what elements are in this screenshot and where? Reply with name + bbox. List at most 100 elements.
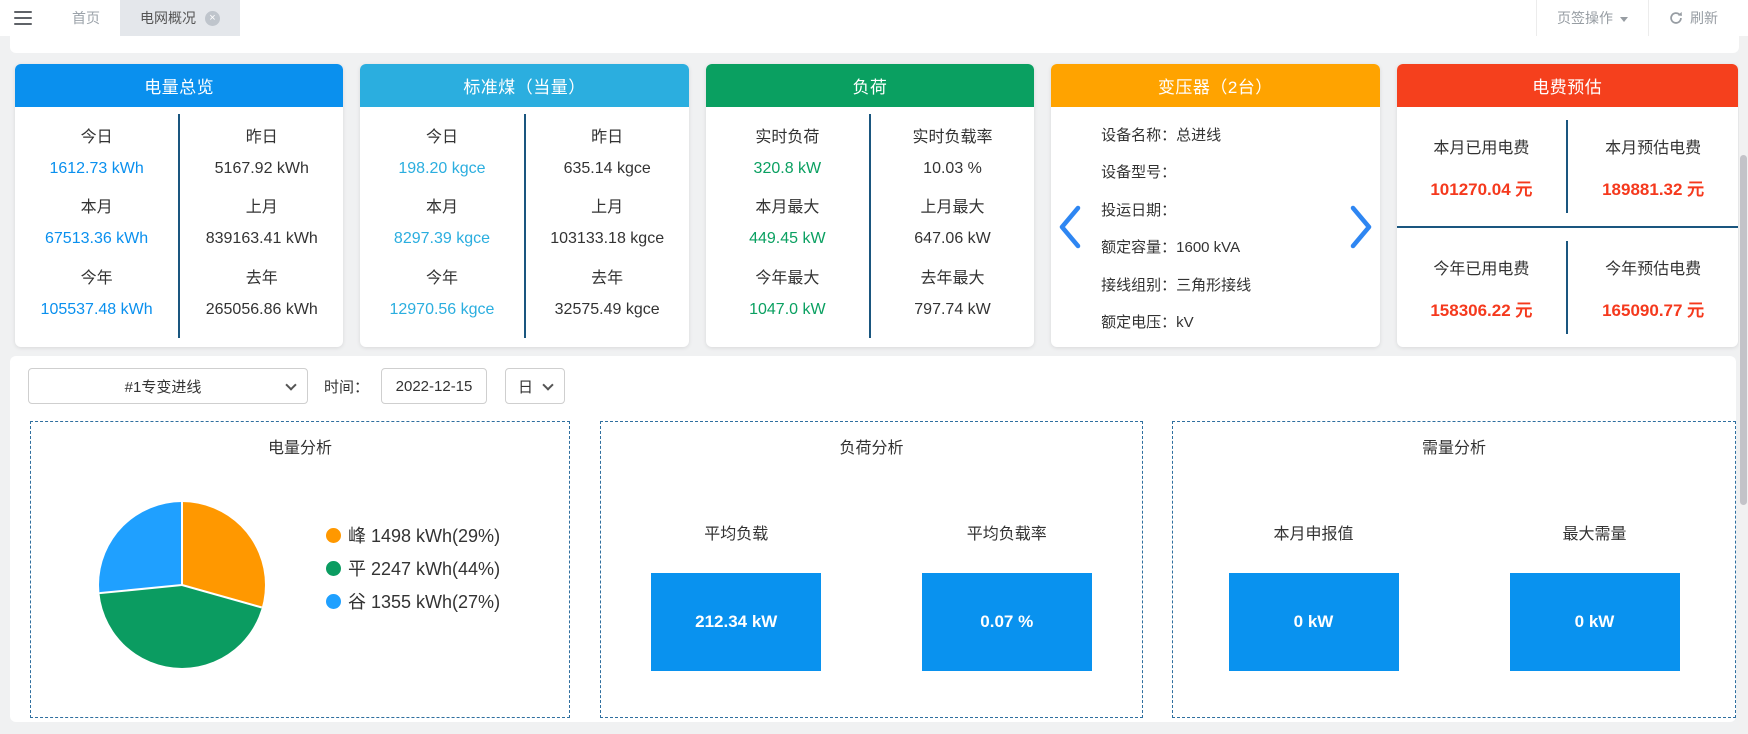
stat-label: 去年最大 (871, 264, 1034, 288)
legend-label: 峰 1498 kWh(29%) (348, 522, 500, 548)
stat-cell: 今日 198.20 kgce (360, 123, 523, 178)
stat-cell: 实时负载率 10.03 % (871, 123, 1034, 178)
panel-demand-analysis: 需量分析 本月申报值 0 kW 最大需量 0 kW (1172, 421, 1736, 718)
legend-color-dot (326, 594, 341, 609)
stat-value: 1047.0 kW (706, 301, 869, 319)
transformer-fields: 设备名称：总进线 设备型号： 投运日期： 额定容量：1600 kVA 接线组别：… (1085, 107, 1345, 347)
stat-value-box: 212.34 kW (651, 573, 821, 671)
stat-cell: 上月最大 647.06 kW (871, 193, 1034, 248)
stat-label: 本月最大 (706, 193, 869, 217)
cost-label: 今年已用电费 (1433, 255, 1529, 279)
stat-value: 198.20 kgce (360, 160, 523, 178)
granularity-value: 日 (518, 376, 533, 397)
cost-label: 今年预估电费 (1605, 255, 1701, 279)
legend-item-valley[interactable]: 谷 1355 kWh(27%) (326, 588, 500, 614)
top-tab-bar: 首页 电网概况 × 页签操作 刷新 (0, 0, 1748, 36)
field-value: kV (1176, 314, 1194, 331)
stat-value: 265056.86 kWh (180, 301, 343, 319)
chevron-left-icon (1058, 204, 1082, 250)
tab-operations-button[interactable]: 页签操作 (1537, 0, 1648, 36)
stat-column: 平均负载率 0.07 % (872, 512, 1143, 717)
refresh-button[interactable]: 刷新 (1648, 0, 1738, 36)
card-load: 负荷 实时负荷 320.8 kW 本月最大 449.45 kW 今年最大 104… (706, 64, 1034, 347)
cost-row-month: 本月已用电费 101270.04 元 本月预估电费 189881.32 元 (1397, 107, 1739, 226)
card-load-body: 实时负荷 320.8 kW 本月最大 449.45 kW 今年最大 1047.0… (706, 107, 1034, 347)
legend-color-dot (326, 528, 341, 543)
stat-value: 10.03 % (871, 160, 1034, 178)
card-cost-estimate-title: 电费预估 (1397, 64, 1739, 107)
vertical-scrollbar (1739, 36, 1748, 734)
tab-operations-label: 页签操作 (1557, 8, 1613, 28)
stat-cell: 今年 105537.48 kWh (15, 264, 178, 319)
transformer-field: 额定电压：kV (1101, 311, 1345, 332)
card-standard-coal-title: 标准煤（当量） (360, 64, 688, 107)
stat-cell: 去年最大 797.74 kW (871, 264, 1034, 319)
transformer-field: 接线组别：三角形接线 (1101, 274, 1345, 295)
tab-grid-overview[interactable]: 电网概况 × (120, 0, 240, 36)
tab-close-icon[interactable]: × (205, 11, 220, 26)
stat-label: 去年 (526, 264, 689, 288)
summary-cards-row: 电量总览 今日 1612.73 kWh 本月 67513.36 kWh 今年 1… (15, 64, 1738, 347)
field-value: 1600 kVA (1176, 239, 1240, 256)
cost-cell: 今年预估电费 165090.77 元 (1568, 228, 1738, 347)
field-value: 总进线 (1176, 127, 1221, 144)
pie-legend: 峰 1498 kWh(29%) 平 2247 kWh(44%) 谷 1355 k… (326, 522, 500, 614)
card-cost-estimate-body: 本月已用电费 101270.04 元 本月预估电费 189881.32 元 今年… (1397, 107, 1739, 347)
stat-label: 今年 (15, 264, 178, 288)
tab-grid-overview-label: 电网概况 (140, 8, 196, 28)
cost-value: 101270.04 元 (1430, 175, 1532, 200)
chevron-down-icon (542, 379, 553, 390)
topbar-actions: 页签操作 刷新 (1536, 0, 1748, 36)
line-select-value: #1专变进线 (125, 376, 202, 397)
legend-item-peak[interactable]: 峰 1498 kWh(29%) (326, 522, 500, 548)
stat-label: 昨日 (526, 123, 689, 147)
cost-cell: 今年已用电费 158306.22 元 (1397, 228, 1567, 347)
granularity-select[interactable]: 日 (505, 368, 565, 404)
stat-value-box: 0.07 % (922, 573, 1092, 671)
pie-chart[interactable] (99, 502, 265, 668)
stat-cell: 昨日 5167.92 kWh (180, 123, 343, 178)
stat-label: 本月 (15, 193, 178, 217)
chevron-right-icon (1349, 204, 1373, 250)
stat-value: 647.06 kW (871, 230, 1034, 248)
stat-column: 本月申报值 0 kW (1173, 512, 1454, 717)
stat-cell: 去年 32575.49 kgce (526, 264, 689, 319)
refresh-label: 刷新 (1690, 8, 1718, 28)
card-energy-overview: 电量总览 今日 1612.73 kWh 本月 67513.36 kWh 今年 1… (15, 64, 343, 347)
prev-transformer-button[interactable] (1055, 204, 1085, 250)
card-energy-overview-body: 今日 1612.73 kWh 本月 67513.36 kWh 今年 105537… (15, 107, 343, 347)
analysis-section: #1专变进线 时间： 2022-12-15 日 电量分析 峰 1498 kWh(… (10, 356, 1736, 722)
stat-label: 今年最大 (706, 264, 869, 288)
stat-column-label: 本月申报值 (1273, 520, 1353, 544)
menu-toggle-icon[interactable] (14, 11, 32, 25)
field-label: 设备名称： (1101, 127, 1176, 144)
line-select[interactable]: #1专变进线 (28, 368, 308, 404)
transformer-field: 设备名称：总进线 (1101, 124, 1345, 145)
stat-label: 昨日 (180, 123, 343, 147)
panel-energy-analysis-title: 电量分析 (31, 434, 569, 458)
stat-cell: 今日 1612.73 kWh (15, 123, 178, 178)
stat-cell: 去年 265056.86 kWh (180, 264, 343, 319)
panel-demand-analysis-title: 需量分析 (1173, 434, 1735, 458)
card-standard-coal-body: 今日 198.20 kgce 本月 8297.39 kgce 今年 12970.… (360, 107, 688, 347)
legend-label: 平 2247 kWh(44%) (348, 555, 500, 581)
date-value: 2022-12-15 (396, 378, 473, 395)
transformer-field: 额定容量：1600 kVA (1101, 236, 1345, 257)
stat-cell: 实时负荷 320.8 kW (706, 123, 869, 178)
stat-cell: 今年 12970.56 kgce (360, 264, 523, 319)
stat-value-box: 0 kW (1510, 573, 1680, 671)
filter-row: #1专变进线 时间： 2022-12-15 日 (28, 368, 565, 404)
next-transformer-button[interactable] (1346, 204, 1376, 250)
stat-value: 635.14 kgce (526, 160, 689, 178)
scrollbar-thumb[interactable] (1740, 155, 1747, 505)
tab-home[interactable]: 首页 (52, 0, 120, 36)
toolbar-strip (10, 36, 1739, 53)
field-label: 接线组别： (1101, 277, 1176, 294)
chevron-down-icon (285, 379, 296, 390)
field-label: 额定电压： (1101, 314, 1176, 331)
stat-column-label: 最大需量 (1562, 520, 1626, 544)
legend-color-dot (326, 561, 341, 576)
date-input[interactable]: 2022-12-15 (381, 368, 487, 404)
stat-value: 12970.56 kgce (360, 301, 523, 319)
legend-item-flat[interactable]: 平 2247 kWh(44%) (326, 555, 500, 581)
